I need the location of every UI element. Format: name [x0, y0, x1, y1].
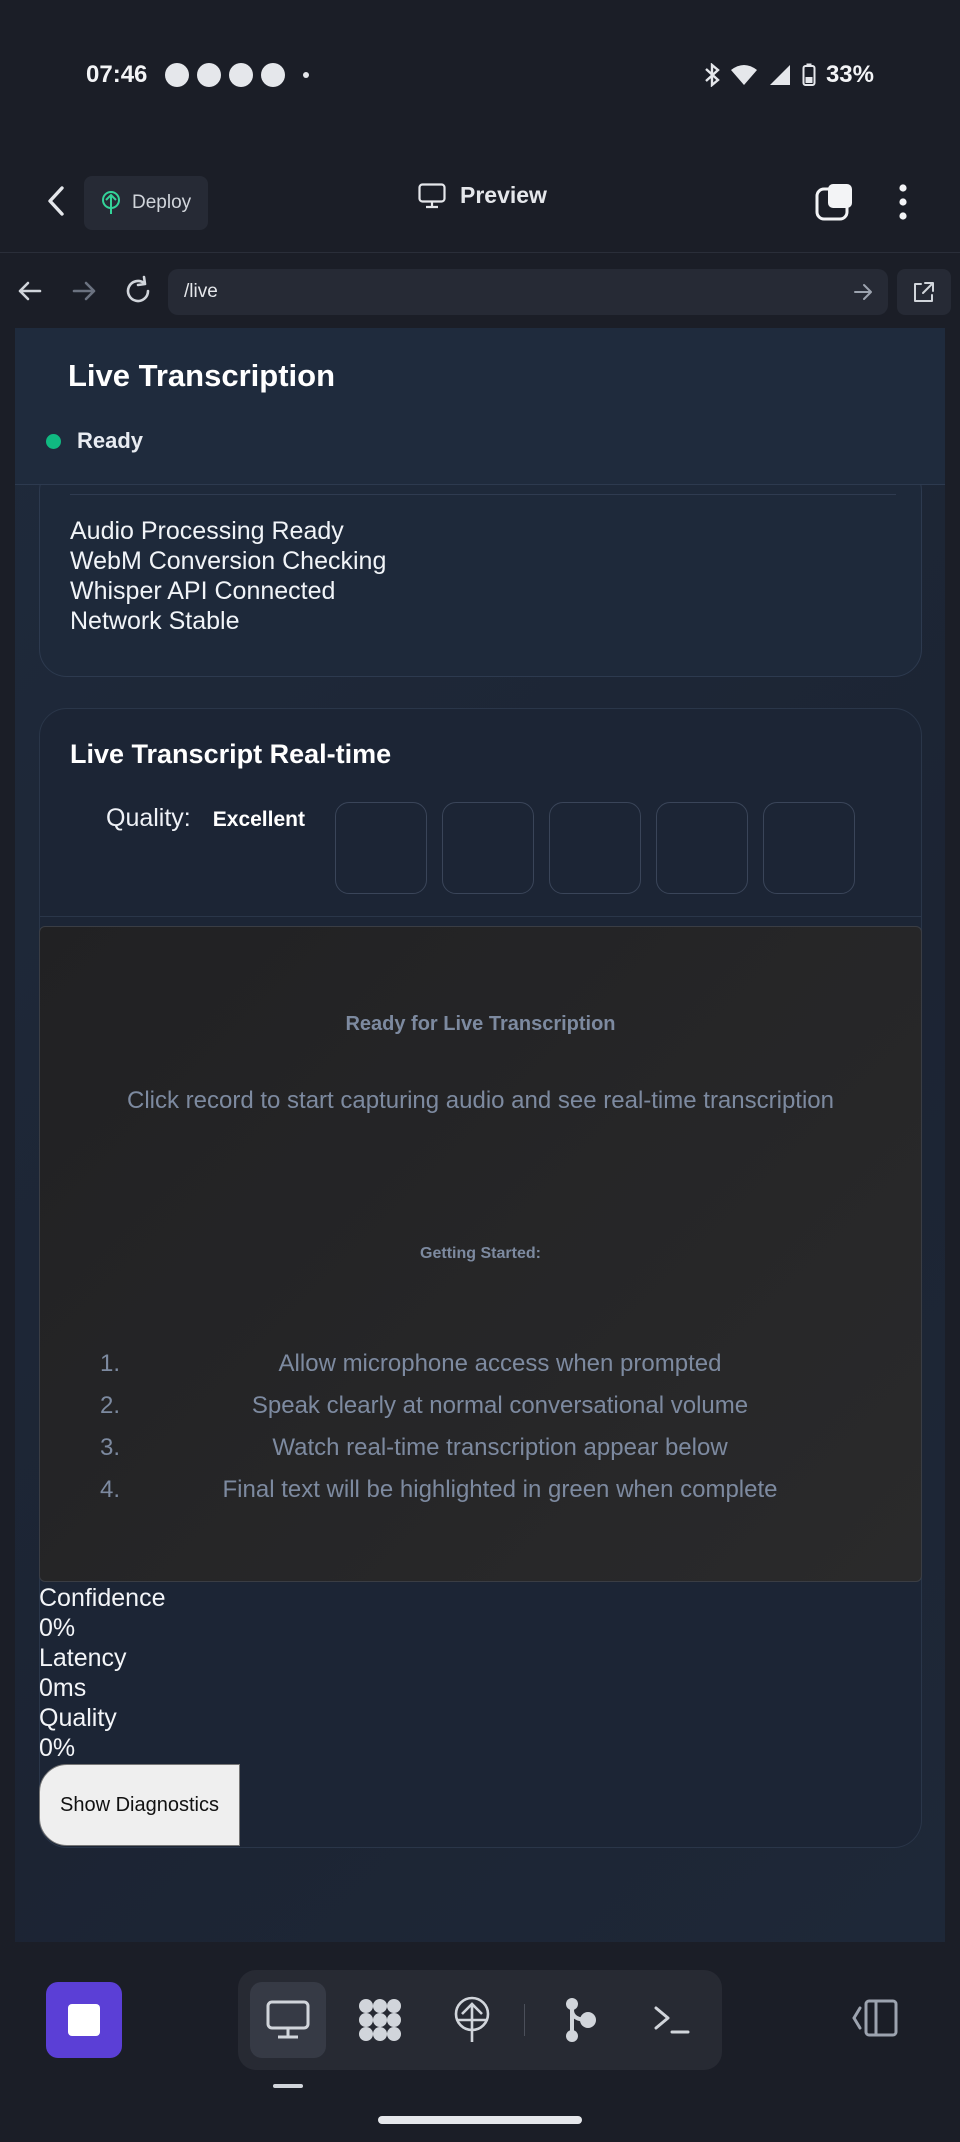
external-link-icon [914, 282, 934, 302]
terminal-icon [654, 2006, 690, 2034]
page-header: Live Transcription Ready [15, 328, 945, 485]
tool-switcher [238, 1970, 722, 2070]
url-text: /live [184, 281, 218, 302]
step-number: 2. [100, 1392, 121, 1419]
status-item: Network Stable [70, 607, 240, 635]
quality-bar [334, 802, 427, 894]
back-chevron-icon[interactable] [38, 180, 74, 222]
page-title: Live Transcription [68, 358, 336, 393]
tabs-icon[interactable] [814, 182, 854, 222]
browser-toolbar: /live [0, 252, 960, 328]
status-item: WebM Conversion Checking [70, 547, 387, 575]
connection-status: Ready [46, 428, 143, 454]
quality-value: Excellent [212, 808, 305, 831]
step-item: 2. Speak clearly at normal conversational… [100, 1392, 860, 1434]
transcript-title: Live Transcript Real-time [70, 739, 392, 769]
divider [524, 2004, 525, 2036]
system-status-bar: 07:46 33% [0, 0, 960, 150]
bluetooth-icon [705, 63, 720, 87]
panel-toggle-icon[interactable] [852, 1998, 898, 2038]
battery-percent: 33% [825, 61, 874, 88]
home-indicator[interactable] [378, 2116, 582, 2124]
stop-icon [68, 2004, 100, 2036]
transcript-empty-state: Ready for Live Transcription Click recor… [39, 926, 922, 1582]
bottom-dock [0, 1942, 960, 2142]
wifi-icon [730, 65, 757, 85]
system-status-card: Audio Processing Ready WebM Conversion C… [39, 463, 922, 677]
clock: 07:46 [86, 61, 148, 88]
deploy-icon [102, 191, 120, 214]
system-status-list: Audio Processing Ready WebM Conversion C… [70, 516, 386, 636]
status-dot [46, 433, 61, 449]
step-item: 3. Watch real-time transcription appear b… [100, 1434, 860, 1476]
quality-label: Quality: [106, 804, 191, 832]
spotify-icon [261, 63, 286, 87]
step-item: 1. Allow microphone access when prompted [100, 1350, 860, 1392]
apps-icon [359, 1999, 401, 2041]
quality-bar [548, 802, 641, 894]
quality-metric-value: 0% [39, 1734, 76, 1762]
status-item: Audio Processing Ready [70, 517, 344, 545]
show-diagnostics-button[interactable]: Show Diagnostics [39, 1764, 240, 1846]
confidence-label: Confidence [39, 1584, 166, 1612]
signal-icon [769, 65, 790, 85]
deploy-label: Deploy [132, 192, 192, 213]
go-arrow-icon[interactable] [852, 281, 874, 303]
stop-button[interactable] [46, 1982, 122, 2058]
confidence-value: 0% [39, 1614, 76, 1642]
quality-bar [441, 802, 534, 894]
empty-state-subtitle: Click record to start capturing audio an… [127, 1087, 834, 1114]
divider [70, 494, 896, 495]
battery-icon [802, 63, 816, 86]
status-label: Ready [77, 428, 144, 453]
quality-bars [334, 802, 855, 894]
getting-started-heading: Getting Started: [420, 1245, 541, 1262]
app-header: Deploy Preview [0, 150, 960, 252]
step-text: Allow microphone access when prompted [278, 1350, 722, 1377]
back-arrow-icon[interactable] [14, 275, 46, 307]
getting-started-steps: 1. Allow microphone access when prompted … [100, 1350, 860, 1518]
quality-bar [762, 802, 855, 894]
quality-indicator: Quality: Excellent [106, 802, 855, 894]
preview-icon [266, 2000, 310, 2039]
transcription-metrics: Confidence 0% Latency 0ms Quality 0% [39, 1583, 165, 1763]
more-options-icon[interactable] [888, 180, 918, 224]
git-icon [566, 1998, 596, 2042]
step-number: 4. [100, 1476, 121, 1503]
preview-tab[interactable]: Preview [418, 182, 547, 209]
step-text: Final text will be highlighted in green … [222, 1476, 778, 1503]
snapchat-icon [197, 63, 222, 87]
notification-icons [165, 63, 310, 87]
apps-tool-button[interactable] [342, 1982, 418, 2058]
deploy-tool-button[interactable] [434, 1982, 510, 2058]
forward-arrow-icon[interactable] [68, 275, 100, 307]
preview-tool-button[interactable] [250, 1982, 326, 2058]
quality-bar [655, 802, 748, 894]
web-preview: Audio Processing Ready WebM Conversion C… [15, 328, 945, 1942]
latency-label: Latency [39, 1644, 127, 1672]
more-notifications-dot [303, 72, 310, 78]
status-item: Whisper API Connected [70, 577, 336, 605]
snapchat-icon [165, 63, 190, 87]
deploy-button[interactable]: Deploy [84, 176, 208, 230]
step-text: Speak clearly at normal conversational v… [251, 1392, 749, 1419]
step-text: Watch real-time transcription appear bel… [272, 1434, 728, 1461]
deploy-icon [454, 1996, 490, 2042]
preview-label: Preview [460, 182, 547, 208]
divider [40, 916, 921, 917]
monitor-icon [418, 182, 446, 208]
git-tool-button[interactable] [542, 1982, 618, 2058]
empty-state-title: Ready for Live Transcription [345, 1013, 616, 1035]
step-number: 3. [100, 1434, 121, 1461]
latency-value: 0ms [39, 1674, 87, 1702]
active-tab-indicator [273, 2084, 303, 2088]
open-external-button[interactable] [897, 269, 951, 315]
step-item: 4. Final text will be highlighted in gree… [100, 1476, 860, 1518]
url-input[interactable]: /live [168, 269, 888, 315]
terminal-tool-button[interactable] [634, 1982, 710, 2058]
chat-icon [229, 63, 254, 87]
reload-icon[interactable] [122, 275, 154, 307]
step-number: 1. [100, 1350, 121, 1377]
quality-metric-label: Quality [39, 1704, 117, 1732]
